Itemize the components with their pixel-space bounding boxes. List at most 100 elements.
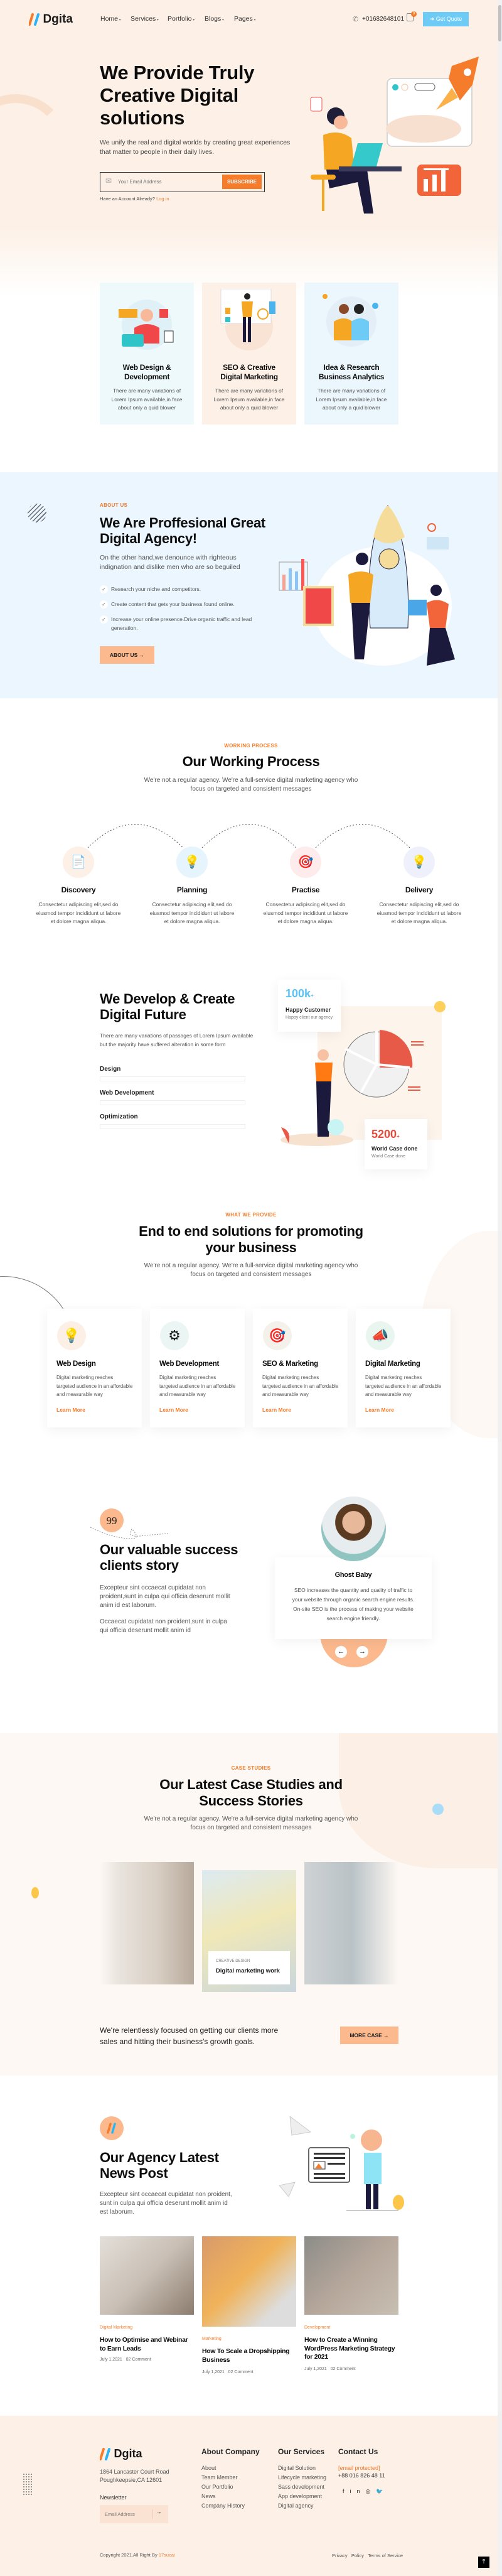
news-desc-line: sunt in culpa qui officia deserunt molli…	[100, 2200, 228, 2207]
service-title: Web Development	[159, 1360, 219, 1368]
decor-stripes	[28, 504, 46, 522]
news-desc-line: est laborum.	[100, 2209, 135, 2216]
cart-count-badge: 0	[411, 11, 417, 17]
subscribe-button[interactable]: SUBSCRIBE	[222, 175, 262, 189]
stat-value: 5200+	[371, 1128, 400, 1141]
process-subtitle-line: focus on targeted and consistent message…	[190, 786, 312, 793]
cases-bottom-line: sales and hitting their business's growt…	[100, 2037, 255, 2046]
decor-dots	[23, 2473, 33, 2496]
post-title[interactable]: How to Optimise and Webinar to Earn Leads	[100, 2336, 188, 2353]
nav-blogs[interactable]: Blogs	[205, 15, 224, 23]
nav-home[interactable]: Home	[100, 15, 121, 23]
post-comments[interactable]: 02 Comment	[126, 2357, 151, 2362]
linkedin-icon[interactable]: in	[350, 2488, 366, 2494]
footer-link[interactable]: Sass development	[278, 2484, 324, 2490]
testimonial-para-line: Occaecat cupidatat non proident,sunt in …	[100, 1618, 227, 1625]
more-case-button[interactable]: MORE CASE →	[340, 2027, 398, 2044]
post-title-line: for 2021	[304, 2353, 328, 2361]
hero-email-input[interactable]	[118, 176, 218, 188]
header-phone[interactable]: +01682648101	[362, 16, 404, 23]
decor-dot	[432, 1804, 444, 1815]
hero-title-line: solutions	[100, 107, 185, 129]
footer-link[interactable]: Team Member	[201, 2474, 238, 2481]
newsletter-email-input[interactable]	[105, 2509, 150, 2519]
target-icon: 🎯	[263, 1321, 292, 1350]
feature-title-line: Development	[124, 372, 170, 381]
back-to-top-button[interactable]: ⤒	[478, 2557, 489, 2568]
step-title: Delivery	[405, 885, 434, 894]
footer-link[interactable]: Our Portfolio	[201, 2484, 233, 2490]
about-us-button[interactable]: ABOUT US →	[100, 646, 154, 664]
instagram-icon[interactable]: ◎	[366, 2488, 376, 2494]
post-category[interactable]: Development	[304, 2325, 330, 2330]
case-image[interactable]	[304, 1862, 398, 1984]
newsletter-submit-arrow-icon[interactable]: →	[156, 2509, 162, 2516]
post-comments[interactable]: 02 Comment	[331, 2367, 356, 2371]
learn-more-link[interactable]: Learn More	[262, 1407, 291, 1413]
nav-portfolio[interactable]: Portfolio	[168, 15, 195, 23]
footer-link[interactable]: News	[201, 2493, 216, 2499]
news-image[interactable]	[304, 2236, 398, 2315]
checklist-text: Increase your online presence.Drive orga…	[111, 616, 252, 622]
get-quote-button[interactable]: ➜ Get Quote	[423, 12, 469, 26]
about-desc-line: On the other hand,we denounce with right…	[100, 554, 237, 561]
footer-services-title: Our Services	[278, 2447, 325, 2456]
footer-link[interactable]: Lifecycle marketing	[278, 2474, 326, 2481]
testimonial-para-line: qui officia deserunt mollit anim id	[100, 1627, 191, 1634]
stat-plus: +	[397, 1134, 400, 1139]
footer-link[interactable]: Digital Solution	[278, 2465, 316, 2471]
service-desc: Digital marketing reaches targeted audien…	[56, 1373, 132, 1399]
nav-pages[interactable]: Pages	[234, 15, 255, 23]
nav-services[interactable]: Services	[131, 15, 159, 23]
copyright-link[interactable]: 17sucai	[159, 2552, 175, 2558]
stat-plus: +	[311, 993, 314, 998]
legal-link[interactable]: Terms of Service	[368, 2553, 403, 2558]
post-title[interactable]: How To Scale a Dropshipping Business	[202, 2347, 290, 2364]
feature-title-line: SEO & Creative	[223, 363, 275, 372]
next-arrow-button[interactable]: →	[356, 1646, 368, 1658]
feature-title: Idea & Research Business Analytics	[304, 363, 398, 382]
footer-logo[interactable]: Dgita	[99, 2447, 142, 2460]
feature-title: SEO & Creative Digital Marketing	[202, 363, 296, 382]
learn-more-link[interactable]: Learn More	[159, 1407, 188, 1413]
twitter-icon[interactable]: 🐦	[376, 2488, 388, 2494]
login-prompt: Have an Account Already? Log in	[100, 196, 169, 202]
footer-link[interactable]: Company History	[201, 2503, 245, 2509]
prev-arrow-button[interactable]: ←	[335, 1646, 347, 1658]
megaphone-icon: 📣	[366, 1321, 395, 1350]
logo[interactable]: Dgita	[28, 13, 73, 26]
post-category[interactable]: Marketing	[202, 2337, 222, 2341]
copyright: Copyright 2021,All Right By 17sucai	[100, 2552, 175, 2558]
facebook-icon[interactable]: f	[343, 2488, 350, 2494]
footer-link[interactable]: Digital agency	[278, 2503, 314, 2509]
learn-more-link[interactable]: Learn More	[56, 1407, 85, 1413]
login-link[interactable]: Log in	[156, 196, 169, 202]
legal-link[interactable]: Privacy	[332, 2553, 348, 2558]
skill-bar	[100, 1100, 245, 1105]
cases-title-line: Success Stories	[199, 1793, 303, 1809]
social-links: fin◎🐦	[343, 2488, 389, 2495]
post-title[interactable]: How to Create a Winning WordPress Marketi…	[304, 2336, 395, 2362]
footer-email[interactable]: [email protected]	[338, 2465, 380, 2471]
scrollbar-thumb[interactable]	[498, 5, 501, 41]
client-quote-line: On-site SEO is the process of making you…	[293, 1606, 414, 1612]
footer-link[interactable]: About	[201, 2465, 216, 2471]
logo-mark-icon	[99, 2447, 110, 2460]
post-comments[interactable]: 02 Comment	[228, 2370, 254, 2374]
post-title-line: WordPress Marketing Strategy	[304, 2344, 395, 2352]
news-image[interactable]	[100, 2236, 194, 2315]
case-image[interactable]	[100, 1862, 194, 1984]
news-image[interactable]	[202, 2236, 296, 2327]
scrollbar[interactable]	[498, 0, 502, 2576]
footer-link[interactable]: App development	[278, 2493, 322, 2499]
learn-more-link[interactable]: Learn More	[365, 1407, 394, 1413]
post-category[interactable]: Digital Marketing	[100, 2325, 132, 2330]
case-overlay: CREATIVE DESIGN Digital marketing work	[208, 1951, 290, 1984]
legal-link[interactable]: Policy	[351, 2553, 364, 2558]
stat-card-cases: 5200+ World Case done World Case done	[365, 1119, 427, 1169]
service-desc: Digital marketing reaches targeted audien…	[159, 1373, 235, 1399]
process-subtitle-line: We're not a regular agency. We're a full…	[144, 777, 358, 784]
footer-phone[interactable]: +88 016 826 48 11	[338, 2472, 385, 2479]
case-title[interactable]: Digital marketing work	[216, 1967, 280, 1974]
skill-bar	[100, 1076, 245, 1081]
